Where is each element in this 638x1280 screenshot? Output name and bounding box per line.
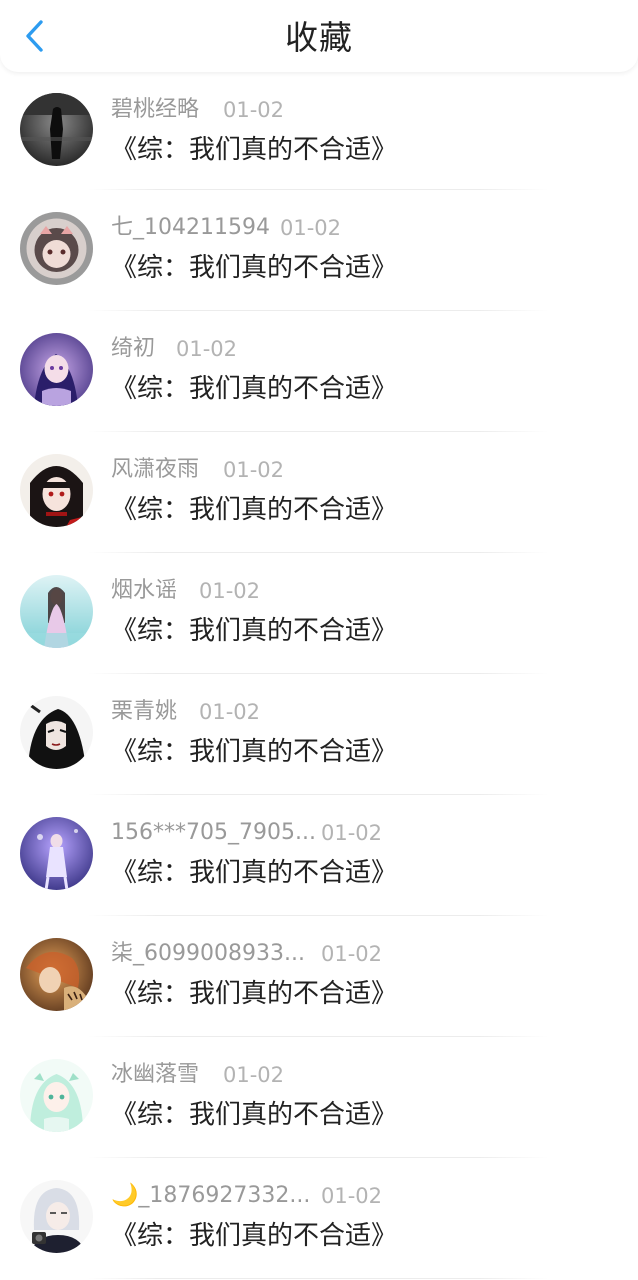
header-bar: 收藏 — [0, 0, 638, 72]
item-meta: 栗青姚 01-02 — [111, 696, 260, 728]
username[interactable]: 🌙_1876927332... — [111, 1180, 310, 1212]
username[interactable]: 冰幽落雪 — [111, 1059, 199, 1091]
username[interactable]: 柒_6099008933... — [111, 938, 305, 970]
list-item[interactable]: 柒_6099008933... 01-02 《综：我们真的不合适》 — [0, 916, 638, 1037]
date: 01-02 — [199, 579, 261, 603]
date: 01-02 — [223, 458, 285, 482]
date: 01-02 — [223, 1063, 285, 1087]
book-title[interactable]: 《综：我们真的不合适》 — [111, 1097, 397, 1133]
avatar[interactable] — [20, 938, 93, 1011]
item-meta: 冰幽落雪 01-02 — [111, 1059, 284, 1091]
book-title[interactable]: 《综：我们真的不合适》 — [111, 371, 397, 407]
book-title[interactable]: 《综：我们真的不合适》 — [111, 1218, 397, 1254]
book-title[interactable]: 《综：我们真的不合适》 — [111, 613, 397, 649]
divider — [88, 1278, 548, 1279]
date: 01-02 — [199, 700, 261, 724]
item-meta: 碧桃经略 01-02 — [111, 94, 284, 126]
username[interactable]: 风潇夜雨 — [111, 454, 199, 486]
item-meta: 绮初 01-02 — [111, 333, 237, 365]
list-item[interactable]: 冰幽落雪 01-02 《综：我们真的不合适》 — [0, 1037, 638, 1158]
avatar[interactable] — [20, 333, 93, 406]
list-item[interactable]: 碧桃经略 01-02 《综：我们真的不合适》 — [0, 72, 638, 190]
page-title: 收藏 — [285, 18, 353, 57]
username[interactable]: 烟水谣 — [111, 575, 177, 607]
book-title[interactable]: 《综：我们真的不合适》 — [111, 855, 397, 891]
date: 01-02 — [321, 1184, 383, 1208]
avatar[interactable] — [20, 454, 93, 527]
favorites-list: 碧桃经略 01-02 《综：我们真的不合适》 七_104211594 01-02… — [0, 72, 638, 1279]
date: 01-02 — [321, 821, 383, 845]
item-meta: 烟水谣 01-02 — [111, 575, 260, 607]
avatar[interactable] — [20, 93, 93, 166]
date: 01-02 — [321, 942, 383, 966]
username[interactable]: 栗青姚 — [111, 696, 177, 728]
item-meta: 🌙_1876927332... 01-02 — [111, 1180, 382, 1212]
book-title[interactable]: 《综：我们真的不合适》 — [111, 976, 397, 1012]
avatar[interactable] — [20, 1059, 93, 1132]
username[interactable]: 156***705_7905... — [111, 817, 316, 849]
avatar[interactable] — [20, 817, 93, 890]
item-meta: 156***705_7905... 01-02 — [111, 817, 382, 849]
list-item[interactable]: 156***705_7905... 01-02 《综：我们真的不合适》 — [0, 795, 638, 916]
book-title[interactable]: 《综：我们真的不合适》 — [111, 132, 397, 168]
username[interactable]: 绮初 — [111, 333, 155, 365]
list-item[interactable]: 七_104211594 01-02 《综：我们真的不合适》 — [0, 190, 638, 311]
item-meta: 柒_6099008933... 01-02 — [111, 938, 382, 970]
item-meta: 风潇夜雨 01-02 — [111, 454, 284, 486]
date: 01-02 — [176, 337, 238, 361]
list-item[interactable]: 风潇夜雨 01-02 《综：我们真的不合适》 — [0, 432, 638, 553]
username[interactable]: 碧桃经略 — [111, 94, 199, 126]
avatar[interactable] — [20, 696, 93, 769]
date: 01-02 — [280, 216, 342, 240]
item-meta: 七_104211594 01-02 — [111, 212, 341, 244]
avatar[interactable] — [20, 575, 93, 648]
date: 01-02 — [223, 98, 285, 122]
avatar[interactable] — [20, 1180, 93, 1253]
book-title[interactable]: 《综：我们真的不合适》 — [111, 492, 397, 528]
list-item[interactable]: 🌙_1876927332... 01-02 《综：我们真的不合适》 — [0, 1158, 638, 1279]
list-item[interactable]: 绮初 01-02 《综：我们真的不合适》 — [0, 311, 638, 432]
book-title[interactable]: 《综：我们真的不合适》 — [111, 734, 397, 770]
list-item[interactable]: 栗青姚 01-02 《综：我们真的不合适》 — [0, 674, 638, 795]
book-title[interactable]: 《综：我们真的不合适》 — [111, 250, 397, 286]
username[interactable]: 七_104211594 — [111, 212, 270, 244]
avatar[interactable] — [20, 212, 93, 285]
list-item[interactable]: 烟水谣 01-02 《综：我们真的不合适》 — [0, 553, 638, 674]
